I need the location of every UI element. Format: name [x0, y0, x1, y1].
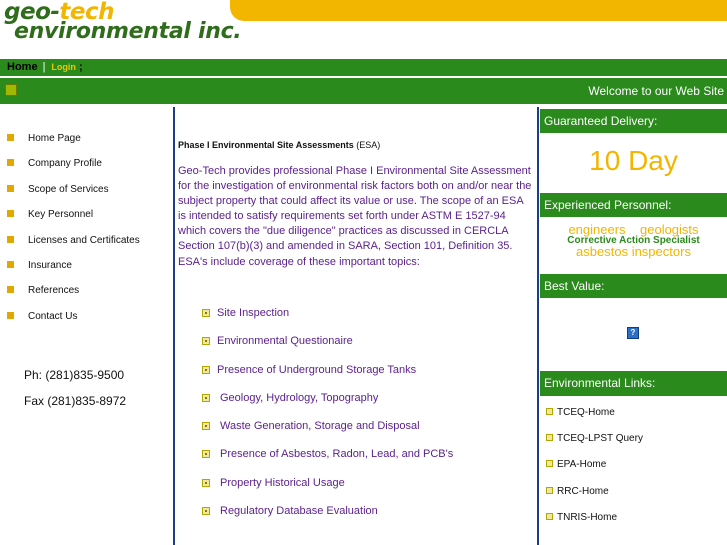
- top-nav: Home | Login ;: [0, 59, 727, 76]
- phone-number: Ph: (281)835-9500: [24, 368, 125, 382]
- personnel-banner: engineers geologists Corrective Action S…: [540, 222, 727, 259]
- list-item: Geology, Hydrology, Topography: [202, 392, 453, 420]
- link-label: EPA-Home: [557, 459, 607, 471]
- left-sidebar: Home Page Company Profile Scope of Servi…: [0, 104, 173, 545]
- bullet-icon: [7, 235, 14, 243]
- link-label: TCEQ-Home: [557, 407, 615, 418]
- env-link-epa-home[interactable]: EPA-Home: [546, 459, 643, 485]
- header: geo-tech environmental inc.: [0, 0, 727, 58]
- title-text: Phase I Environmental Site Assessments: [178, 140, 354, 150]
- sidebar-item-company-profile[interactable]: Company Profile: [7, 158, 140, 183]
- checkbox-bullet-icon: [202, 365, 210, 374]
- checkbox-bullet-icon: [202, 422, 210, 431]
- bullet-icon: [7, 134, 14, 141]
- env-link-tceq-lpst[interactable]: TCEQ-LPST Query: [546, 433, 643, 459]
- sidebar-item-label: Scope of Services: [28, 183, 109, 195]
- intro-paragraph: Geo-Tech provides professional Phase I E…: [178, 165, 532, 268]
- topic-label: Presence of Underground Storage Tanks: [217, 363, 417, 376]
- topic-label: Geology, Hydrology, Topography: [220, 391, 379, 404]
- page: geo-tech environmental inc. Home | Login ;…: [0, 0, 727, 545]
- header-accent-bar: [230, 0, 727, 21]
- fax-number: Fax (281)835-8972: [24, 394, 127, 408]
- checkbox-bullet-icon: [202, 450, 210, 459]
- checkbox-bullet-icon: [546, 486, 553, 494]
- bullet-icon: [7, 210, 14, 218]
- bullet-icon: [7, 184, 14, 192]
- env-link-rrc-home[interactable]: RRC-Home: [546, 486, 643, 512]
- right-sidebar: Guaranteed Delivery: 10 Day Experienced …: [540, 107, 727, 545]
- topic-label: Environmental Questionaire: [217, 335, 353, 348]
- checkbox-bullet-icon: [202, 507, 210, 516]
- bullet-icon: [7, 311, 14, 319]
- list-item: Property Historical Usage: [202, 477, 453, 505]
- sidebar-item-key-personnel[interactable]: Key Personnel: [7, 209, 140, 234]
- topic-label: Waste Generation, Storage and Disposal: [220, 420, 420, 433]
- sidebar-item-label: Licenses and Certificates: [28, 234, 140, 246]
- checkbox-bullet-icon: [546, 434, 553, 442]
- env-link-tnris-home[interactable]: TNRIS-Home: [546, 512, 643, 538]
- topic-label: Property Historical Usage: [220, 476, 345, 489]
- title-abbr: (ESA): [356, 140, 381, 150]
- logo-environmental: environmental inc.: [14, 19, 242, 44]
- env-link-tceq-home[interactable]: TCEQ-Home: [546, 407, 643, 433]
- topics-list: Site Inspection Environmental Questionai…: [202, 307, 453, 533]
- square-icon: [5, 84, 17, 96]
- bullet-icon: [7, 286, 14, 294]
- sidebar-item-insurance[interactable]: Insurance: [7, 260, 140, 285]
- nav-semicolon: ;: [78, 61, 83, 73]
- checkbox-bullet-icon: [202, 337, 210, 346]
- sidebar-item-home-page[interactable]: Home Page: [7, 133, 140, 158]
- page-title: Phase I Environmental Site Assessments (…: [178, 140, 380, 150]
- right-divider: [537, 107, 539, 545]
- link-label: TCEQ-LPST Query: [557, 433, 643, 445]
- sidebar-item-label: Company Profile: [28, 158, 102, 170]
- sidebar-item-label: References: [28, 285, 80, 297]
- topic-label: Site Inspection: [217, 307, 290, 319]
- personnel-line-1: engineers geologists: [568, 222, 699, 237]
- best-value-heading: Best Value:: [540, 274, 727, 298]
- sidebar-item-label: Home Page: [28, 133, 81, 144]
- checkbox-bullet-icon: [546, 460, 553, 468]
- personnel-line-3: asbestos inspectors: [576, 244, 691, 259]
- sidebar-item-label: Key Personnel: [28, 209, 94, 221]
- list-item: Environmental Questionaire: [202, 335, 453, 363]
- sidebar-item-label: Contact Us: [28, 310, 78, 322]
- checkbox-bullet-icon: [202, 309, 210, 317]
- nav-login-link[interactable]: Login: [51, 62, 76, 72]
- welcome-text: Welcome to our Web Site: [588, 84, 724, 98]
- link-label: TNRIS-Home: [557, 511, 618, 523]
- environmental-links-list: TCEQ-Home TCEQ-LPST Query EPA-Home RRC-H…: [546, 407, 643, 538]
- list-item: Regulatory Database Evaluation: [202, 505, 453, 533]
- sidebar-item-label: Insurance: [28, 259, 72, 271]
- experienced-personnel-heading: Experienced Personnel:: [540, 193, 727, 217]
- list-item: Presence of Asbestos, Radon, Lead, and P…: [202, 448, 453, 476]
- left-divider: [173, 107, 175, 545]
- sidebar-menu: Home Page Company Profile Scope of Servi…: [7, 133, 140, 336]
- sidebar-item-scope-of-services[interactable]: Scope of Services: [7, 184, 140, 209]
- list-item: Waste Generation, Storage and Disposal: [202, 420, 453, 448]
- list-item: Site Inspection: [202, 307, 453, 335]
- checkbox-bullet-icon: [202, 393, 210, 402]
- checkbox-bullet-icon: [546, 512, 553, 520]
- sidebar-item-references[interactable]: References: [7, 285, 140, 310]
- sidebar-item-contact-us[interactable]: Contact Us: [7, 311, 140, 336]
- welcome-bar: Welcome to our Web Site: [0, 78, 727, 104]
- guaranteed-delivery-heading: Guaranteed Delivery:: [540, 109, 727, 133]
- ten-day-text: 10 Day: [589, 145, 678, 176]
- nav-home-link[interactable]: Home: [7, 61, 38, 73]
- link-label: RRC-Home: [557, 485, 609, 497]
- checkbox-bullet-icon: [546, 408, 553, 415]
- topic-label: Presence of Asbestos, Radon, Lead, and P…: [220, 448, 454, 461]
- nav-separator: |: [42, 61, 46, 73]
- list-item: Presence of Underground Storage Tanks: [202, 364, 453, 392]
- company-logo[interactable]: geo-tech environmental inc.: [4, 1, 242, 44]
- question-icon[interactable]: ?: [627, 327, 639, 339]
- checkbox-bullet-icon: [202, 478, 210, 487]
- sidebar-item-licenses[interactable]: Licenses and Certificates: [7, 235, 140, 260]
- environmental-links-heading: Environmental Links:: [540, 371, 727, 396]
- topic-label: Regulatory Database Evaluation: [220, 505, 378, 518]
- bullet-icon: [7, 159, 14, 167]
- bullet-icon: [7, 260, 14, 268]
- main-content: Phase I Environmental Site Assessments (…: [178, 107, 536, 545]
